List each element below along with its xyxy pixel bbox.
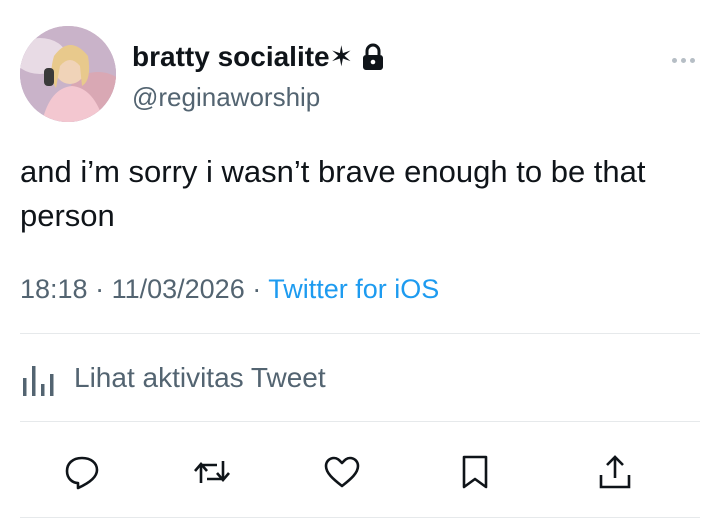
meta-separator: ·	[87, 274, 112, 304]
divider	[20, 517, 700, 518]
share-button[interactable]	[593, 450, 637, 494]
analytics-icon	[23, 366, 54, 396]
retweet-button[interactable]	[190, 450, 234, 494]
view-activity-link[interactable]: Lihat aktivitas Tweet	[20, 358, 326, 398]
tweet-detail: bratty socialite✶ @reginaworship and i’m…	[0, 0, 720, 522]
share-icon	[599, 455, 631, 489]
tweet-actions	[0, 450, 720, 494]
lock-icon	[361, 43, 385, 71]
more-options-icon[interactable]	[672, 52, 708, 68]
divider	[20, 333, 700, 334]
display-name[interactable]: bratty socialite✶	[132, 40, 353, 74]
reply-icon	[65, 456, 99, 490]
bookmark-button[interactable]	[453, 450, 497, 494]
view-activity-label: Lihat aktivitas Tweet	[74, 362, 326, 393]
like-icon	[324, 456, 360, 488]
tweet-date[interactable]: 11/03/2026	[112, 274, 245, 304]
reply-button[interactable]	[60, 450, 104, 494]
meta-separator: ·	[244, 274, 269, 304]
tweet-time[interactable]: 18:18	[20, 274, 88, 304]
bookmark-icon	[462, 455, 488, 489]
tweet-text: and i’m sorry i wasn’t brave enough to b…	[20, 154, 646, 233]
author-handle[interactable]: @reginaworship	[132, 82, 320, 112]
avatar[interactable]	[20, 26, 116, 122]
retweet-icon	[194, 461, 230, 483]
tweet-source[interactable]: Twitter for iOS	[268, 274, 439, 304]
tweet-metadata: 18:18 · 11/03/2026 · Twitter for iOS	[20, 272, 439, 306]
like-button[interactable]	[320, 450, 364, 494]
author-name-row[interactable]: bratty socialite✶	[132, 40, 385, 74]
divider	[20, 421, 700, 422]
